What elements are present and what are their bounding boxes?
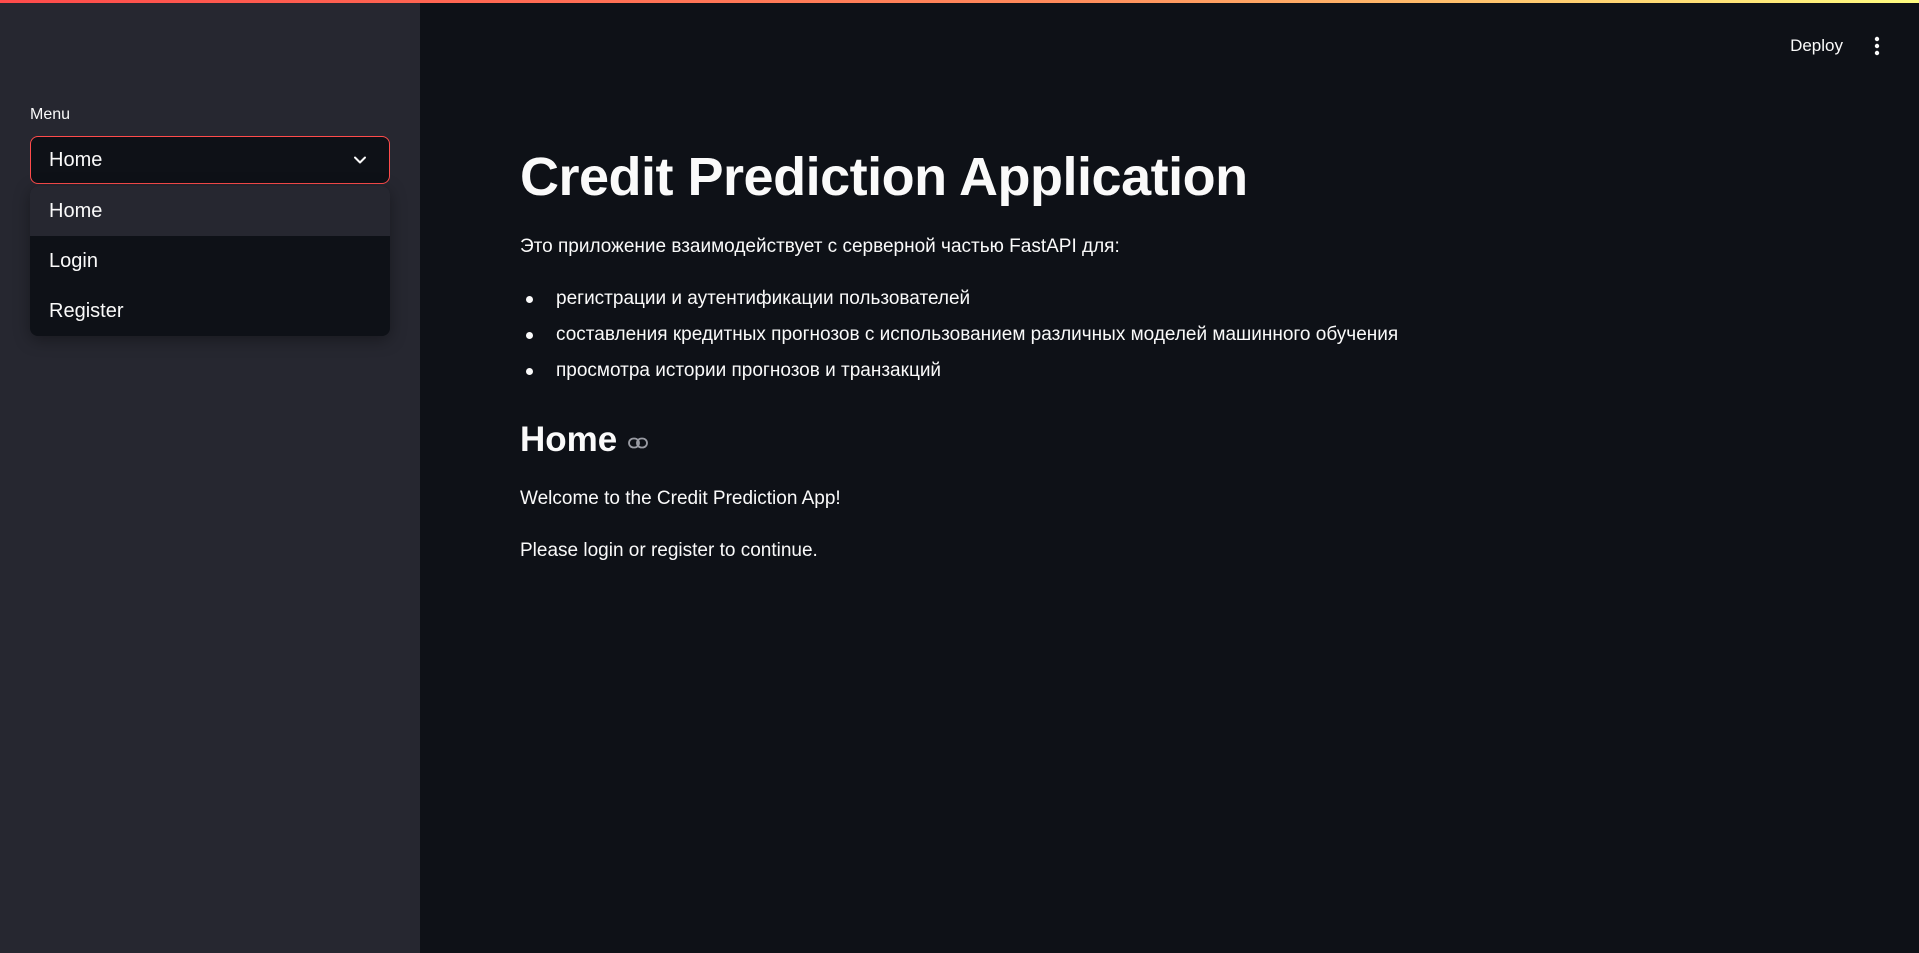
intro-text: Это приложение взаимодействует с серверн… [520, 236, 1120, 257]
feature-list: регистрации и аутентификации пользовател… [520, 284, 1398, 392]
top-decoration-bar [0, 0, 1919, 3]
bullet-icon [526, 368, 533, 375]
welcome-text: Welcome to the Credit Prediction App! [520, 488, 841, 509]
menu-option-login[interactable]: Login [30, 236, 390, 286]
deploy-button[interactable]: Deploy [1790, 36, 1843, 56]
list-item-text: регистрации и аутентификации пользовател… [556, 288, 971, 309]
page-title: Credit Prediction Application [520, 147, 1248, 207]
bullet-icon [526, 332, 533, 339]
menu-select-value: Home [49, 148, 103, 171]
bullet-icon [526, 296, 533, 303]
list-item: просмотра истории прогнозов и транзакций [520, 356, 1398, 392]
menu-option-home[interactable]: Home [30, 186, 390, 236]
login-prompt-text: Please login or register to continue. [520, 540, 818, 561]
menu-select[interactable]: Home [30, 136, 390, 184]
link-icon[interactable] [627, 432, 649, 454]
list-item-text: составления кредитных прогнозов с исполь… [556, 324, 1399, 345]
menu-dropdown-list: Home Login Register [30, 186, 390, 336]
sidebar: Menu Home Home Login Register [0, 0, 420, 953]
chevron-down-icon [349, 149, 371, 171]
menu-label: Menu [30, 106, 71, 123]
list-item: составления кредитных прогнозов с исполь… [520, 320, 1398, 356]
menu-option-register[interactable]: Register [30, 286, 390, 336]
list-item-text: просмотра истории прогнозов и транзакций [556, 360, 942, 381]
header-actions: Deploy [1790, 30, 1889, 62]
list-item: регистрации и аутентификации пользовател… [520, 284, 1398, 320]
section-title: Home [520, 420, 618, 459]
kebab-vertical-icon[interactable] [1865, 34, 1889, 58]
section-heading: Home [520, 420, 649, 460]
